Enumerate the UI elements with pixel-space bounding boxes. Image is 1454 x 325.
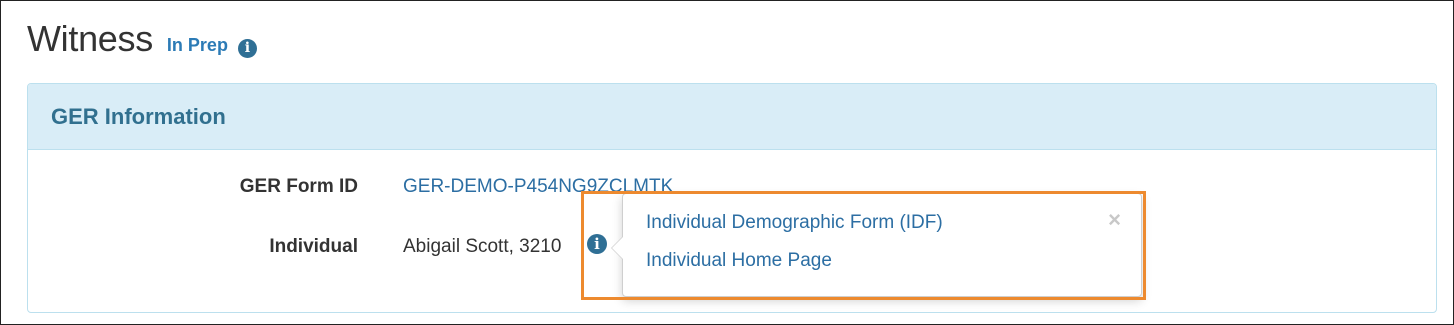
individual-demographic-form-link[interactable]: Individual Demographic Form (IDF) [646, 212, 943, 234]
individual-label: Individual [269, 236, 358, 257]
ger-form-id-label: GER Form ID [239, 176, 358, 197]
status-info-icon[interactable]: i [237, 38, 257, 58]
popover-arrow [611, 236, 623, 260]
page-header: Witness In Prep i [27, 18, 257, 60]
close-icon[interactable]: × [1108, 209, 1121, 231]
panel-heading: GER Information [28, 84, 1436, 150]
panel-title: GER Information [51, 103, 226, 129]
individual-info-icon[interactable]: i [587, 234, 607, 254]
individual-links-popover: Individual Demographic Form (IDF) Indivi… [611, 193, 1142, 297]
individual-home-page-link[interactable]: Individual Home Page [646, 250, 832, 272]
page-title: Witness [27, 18, 153, 59]
status-label: In Prep [166, 35, 228, 55]
individual-value: Abigail Scott, 3210 [403, 236, 562, 257]
